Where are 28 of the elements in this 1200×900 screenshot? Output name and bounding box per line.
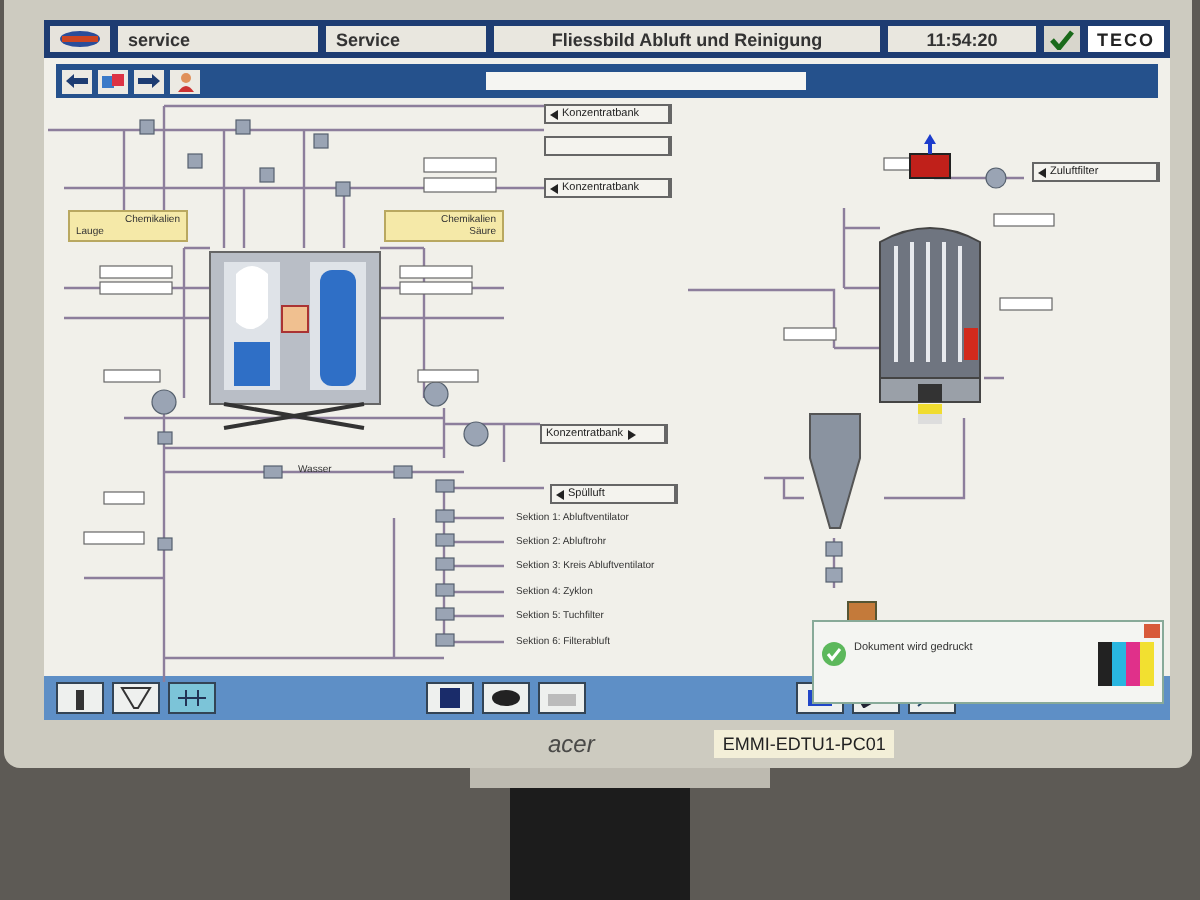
clock: 11:54:20 xyxy=(888,26,1036,52)
pump-icon[interactable] xyxy=(482,682,530,714)
ink-levels-icon xyxy=(1098,642,1154,686)
link-tag[interactable] xyxy=(544,136,672,156)
input-field[interactable] xyxy=(486,72,806,90)
cyclone-drawing xyxy=(809,413,861,529)
arrow-icon xyxy=(627,429,636,439)
printer-icon[interactable] xyxy=(538,682,586,714)
monitor-icon[interactable] xyxy=(426,682,474,714)
brand-logo: TECO xyxy=(1088,26,1164,52)
bottle-icon[interactable] xyxy=(56,682,104,714)
arrow-icon xyxy=(1038,167,1046,177)
overview-button[interactable] xyxy=(98,69,128,93)
user-button[interactable] xyxy=(170,69,200,93)
arrow-icon xyxy=(550,109,558,119)
arrow-icon xyxy=(556,489,564,499)
forward-button[interactable] xyxy=(134,69,164,93)
brand-logo: acer xyxy=(548,730,595,758)
back-button[interactable] xyxy=(62,69,92,93)
arrow-icon xyxy=(550,183,558,193)
checkmark-icon xyxy=(822,642,846,666)
schematic-icon[interactable] xyxy=(168,682,216,714)
company-logo-icon xyxy=(50,26,110,52)
role-field: Service xyxy=(326,26,486,52)
user-field: service xyxy=(118,26,318,52)
funnel-icon[interactable] xyxy=(112,682,160,714)
device-sticker: EMMI-EDTU1-PC01 xyxy=(714,730,894,758)
screen-title: Fliessbild Abluft und Reinigung xyxy=(494,26,880,52)
